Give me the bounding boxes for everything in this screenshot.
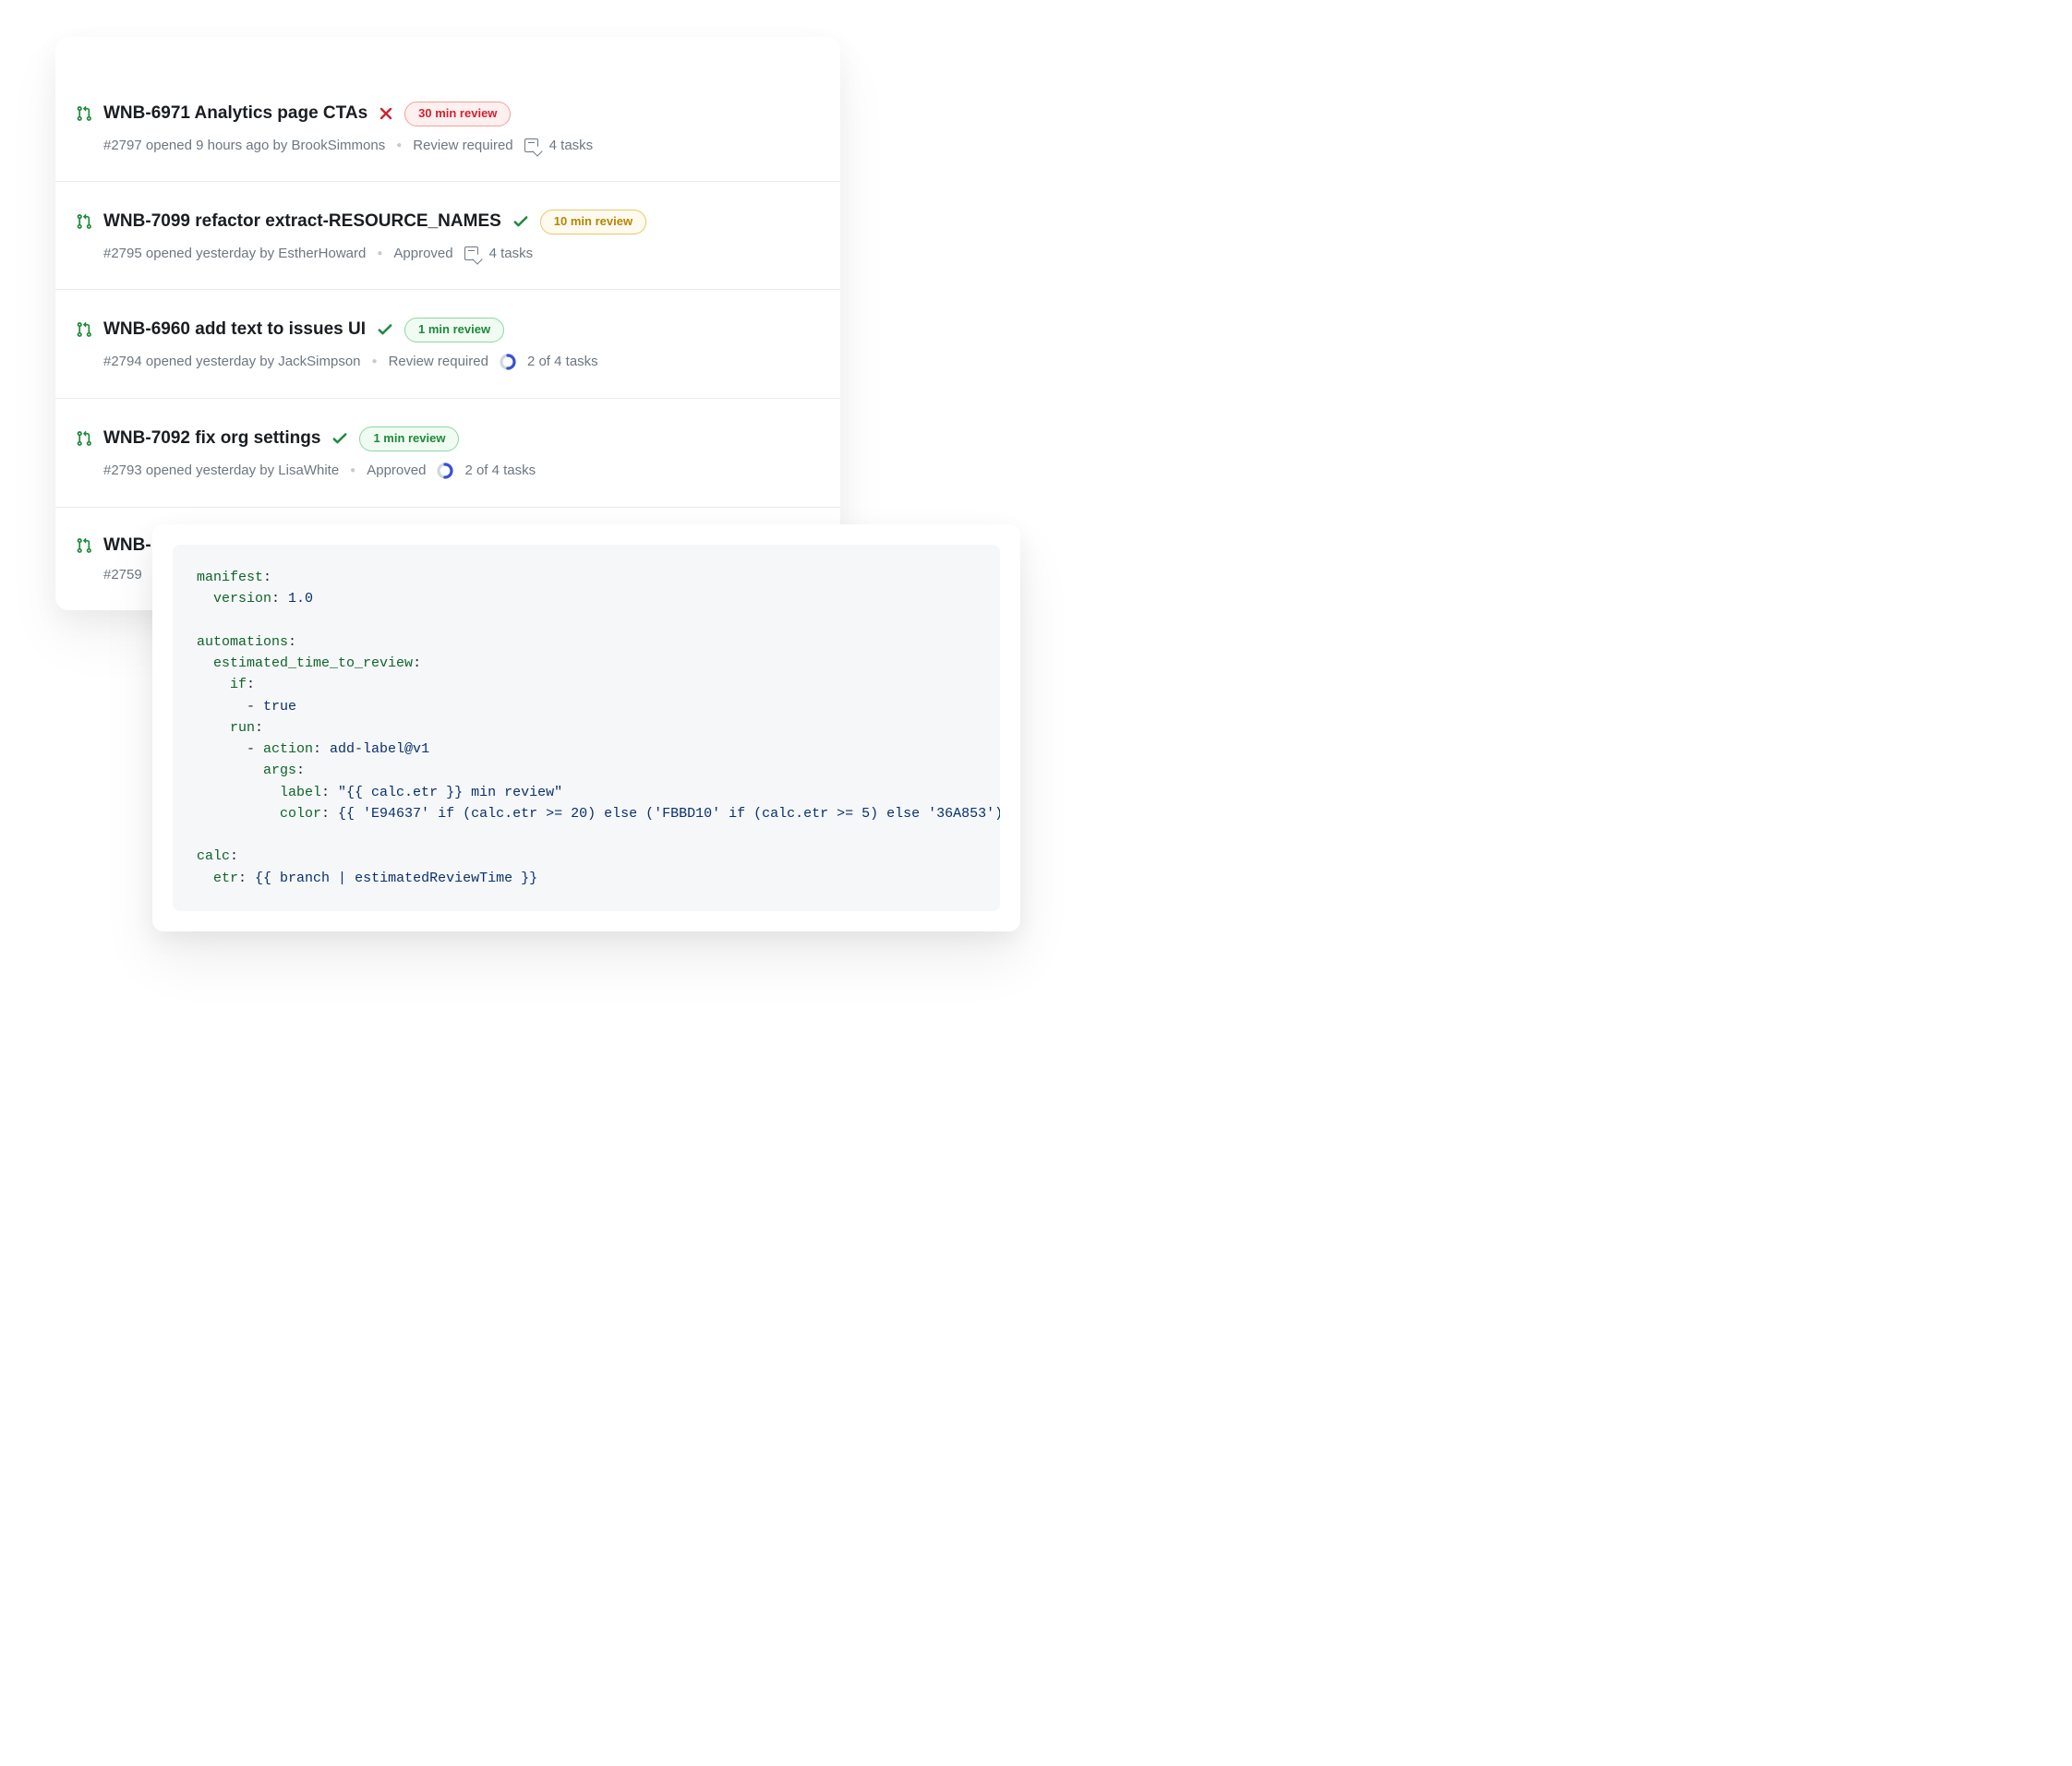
- code-token-key: label: [280, 785, 321, 800]
- checklist-icon: [524, 138, 538, 152]
- meta-separator: ●: [396, 140, 402, 150]
- pr-title[interactable]: WNB-7099 refactor extract-RESOURCE_NAMES: [103, 211, 501, 232]
- review-state: Approved: [367, 463, 426, 478]
- code-token-key: estimated_time_to_review: [213, 655, 413, 671]
- code-token-key: version: [213, 591, 271, 607]
- tasks-text: 4 tasks: [489, 246, 534, 261]
- review-state: Review required: [413, 138, 512, 153]
- pull-request-icon: [76, 105, 92, 122]
- code-token-val: 1.0: [288, 591, 313, 607]
- review-time-pill: 1 min review: [404, 318, 504, 342]
- pr-head: WNB-6971 Analytics page CTAs 30 min revie…: [76, 102, 814, 126]
- tasks-text: 2 of 4 tasks: [527, 354, 598, 369]
- pr-title[interactable]: WNB-6960 add text to issues UI: [103, 319, 366, 340]
- check-icon: [331, 430, 348, 447]
- pull-request-icon: [76, 537, 92, 554]
- pr-meta-text: #2797 opened 9 hours ago by BrookSimmons: [103, 138, 385, 153]
- pr-head: WNB-6960 add text to issues UI 1 min revi…: [76, 318, 814, 342]
- x-icon: [379, 106, 393, 121]
- meta-separator: ●: [377, 248, 382, 258]
- pr-meta: #2797 opened 9 hours ago by BrookSimmons…: [103, 138, 814, 153]
- pull-request-icon: [76, 213, 92, 230]
- pr-row[interactable]: WNB-6971 Analytics page CTAs 30 min revie…: [55, 74, 840, 182]
- pr-meta-text: #2759: [103, 567, 142, 583]
- pr-title[interactable]: WNB-6971 Analytics page CTAs: [103, 103, 367, 124]
- pull-request-icon: [76, 321, 92, 338]
- code-token-val: {{ 'E94637' if (calc.etr >= 20) else ('F…: [338, 806, 1000, 822]
- code-token-key: calc: [197, 848, 230, 864]
- review-time-pill: 10 min review: [540, 210, 646, 234]
- pr-title[interactable]: WNB-: [103, 535, 151, 556]
- code-token-key: run: [230, 720, 255, 736]
- pr-meta-text: #2794 opened yesterday by JackSimpson: [103, 354, 361, 369]
- code-token-val: {{ branch | estimatedReviewTime }}: [255, 871, 537, 886]
- review-time-pill: 30 min review: [404, 102, 511, 126]
- code-card: manifest: version: 1.0 automations: esti…: [152, 524, 1020, 931]
- code-token-key: automations: [197, 634, 288, 650]
- code-block: manifest: version: 1.0 automations: esti…: [173, 545, 1000, 911]
- pr-meta-text: #2795 opened yesterday by EstherHoward: [103, 246, 366, 261]
- pr-head: WNB-7099 refactor extract-RESOURCE_NAMES…: [76, 210, 814, 234]
- pr-meta: #2794 opened yesterday by JackSimpson ● Re…: [103, 354, 814, 370]
- review-state: Approved: [393, 246, 452, 261]
- tasks-text: 2 of 4 tasks: [464, 463, 536, 478]
- code-token-val: add-label@v1: [330, 741, 429, 757]
- check-icon: [512, 213, 529, 230]
- code-token-key: action: [263, 741, 313, 757]
- pr-row[interactable]: WNB-7099 refactor extract-RESOURCE_NAMES…: [55, 182, 840, 290]
- pr-meta-text: #2793 opened yesterday by LisaWhite: [103, 463, 339, 478]
- meta-separator: ●: [350, 465, 355, 475]
- pr-meta: #2793 opened yesterday by LisaWhite ● Appr…: [103, 463, 814, 479]
- progress-ring-icon: [500, 354, 516, 370]
- pull-request-icon: [76, 430, 92, 447]
- pr-title[interactable]: WNB-7092 fix org settings: [103, 428, 320, 449]
- checklist-icon: [464, 246, 478, 260]
- pr-row[interactable]: WNB-6960 add text to issues UI 1 min revi…: [55, 290, 840, 399]
- pr-meta: #2795 opened yesterday by EstherHoward ● A…: [103, 246, 814, 261]
- meta-separator: ●: [372, 356, 378, 366]
- code-token-key: etr: [213, 871, 238, 886]
- code-token-key: color: [280, 806, 321, 822]
- pr-head: WNB-7092 fix org settings 1 min review: [76, 426, 814, 451]
- code-token-val: true: [263, 699, 296, 715]
- pr-row[interactable]: WNB-7092 fix org settings 1 min review #27…: [55, 399, 840, 508]
- tasks-text: 4 tasks: [549, 138, 594, 153]
- review-state: Review required: [389, 354, 488, 369]
- code-token-key: if: [230, 677, 247, 692]
- code-token-str: "{{ calc.etr }} min review": [338, 785, 562, 800]
- code-token-key: args: [263, 763, 296, 778]
- review-time-pill: 1 min review: [359, 426, 459, 451]
- code-token-key: manifest: [197, 570, 263, 585]
- progress-ring-icon: [437, 463, 453, 479]
- check-icon: [377, 321, 393, 338]
